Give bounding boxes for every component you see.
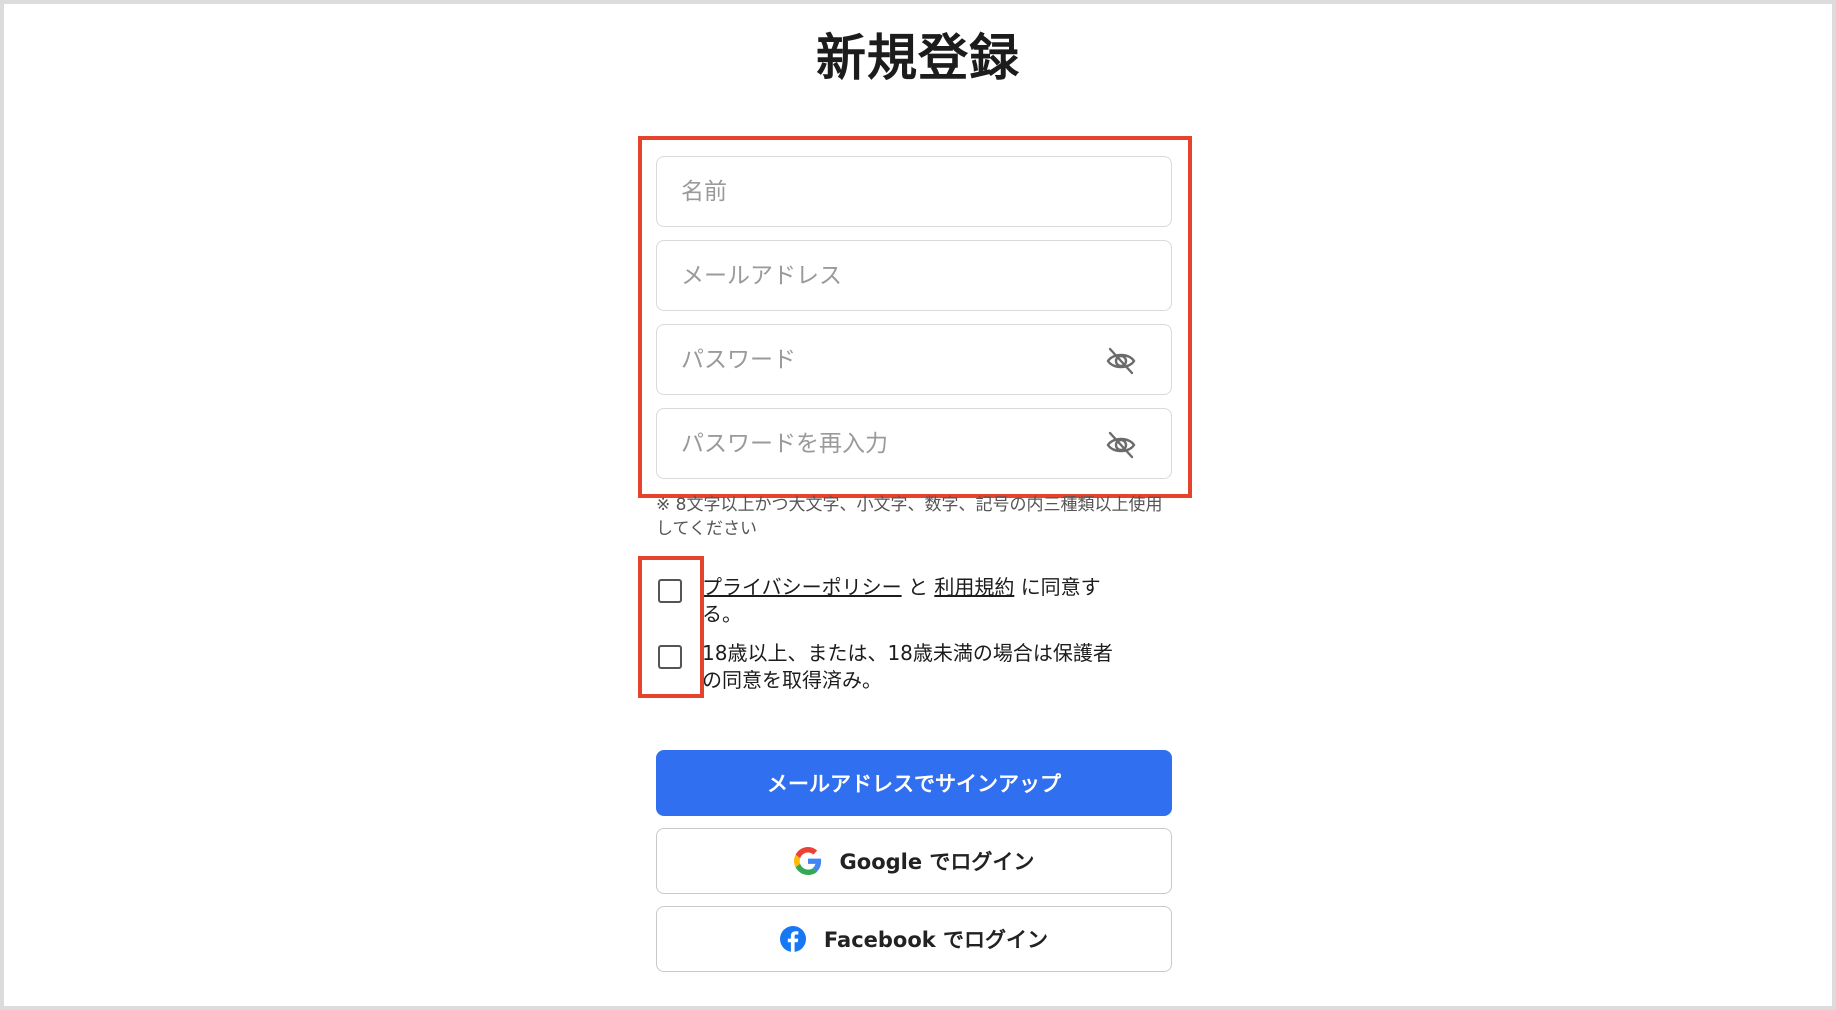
eye-off-icon[interactable] bbox=[1105, 429, 1137, 461]
email-signup-label: メールアドレスでサインアップ bbox=[767, 772, 1061, 796]
email-signup-button[interactable]: メールアドレスでサインアップ bbox=[656, 750, 1172, 816]
and-text: と bbox=[907, 575, 928, 599]
email-input[interactable] bbox=[681, 241, 1081, 310]
password-confirm-field[interactable] bbox=[656, 408, 1172, 479]
facebook-login-label: Facebook でログイン bbox=[823, 928, 1049, 952]
age-agreement-row: 18歳以上、または、18歳未満の場合は保護者の同意を取得済み。 bbox=[656, 640, 1136, 696]
privacy-policy-link[interactable]: プライバシーポリシー bbox=[702, 575, 902, 599]
password-confirm-input[interactable] bbox=[681, 409, 1081, 478]
privacy-agreement-row: プライバシーポリシー と 利用規約 に同意する。 bbox=[656, 574, 1136, 630]
name-input[interactable] bbox=[681, 157, 1081, 226]
google-login-button[interactable]: Google でログイン bbox=[656, 828, 1172, 894]
name-field[interactable] bbox=[656, 156, 1172, 227]
google-login-label: Google でログイン bbox=[839, 850, 1035, 874]
email-field[interactable] bbox=[656, 240, 1172, 311]
privacy-checkbox[interactable] bbox=[658, 579, 682, 603]
password-input[interactable] bbox=[681, 325, 1081, 394]
google-icon bbox=[793, 847, 822, 875]
password-hint: ※ 8文字以上かつ大文字、小文字、数字、記号の内三種類以上使用してください bbox=[656, 495, 1163, 539]
page-title: 新規登録 bbox=[816, 29, 1020, 87]
age-agreement-text: 18歳以上、または、18歳未満の場合は保護者の同意を取得済み。 bbox=[702, 641, 1113, 692]
privacy-agreement-text: プライバシーポリシー と 利用規約 に同意する。 bbox=[702, 574, 1132, 628]
facebook-login-button[interactable]: Facebook でログイン bbox=[656, 906, 1172, 972]
password-field[interactable] bbox=[656, 324, 1172, 395]
terms-link[interactable]: 利用規約 bbox=[934, 575, 1014, 599]
age-checkbox[interactable] bbox=[658, 645, 682, 669]
eye-off-icon[interactable] bbox=[1105, 345, 1137, 377]
facebook-icon bbox=[779, 926, 806, 952]
